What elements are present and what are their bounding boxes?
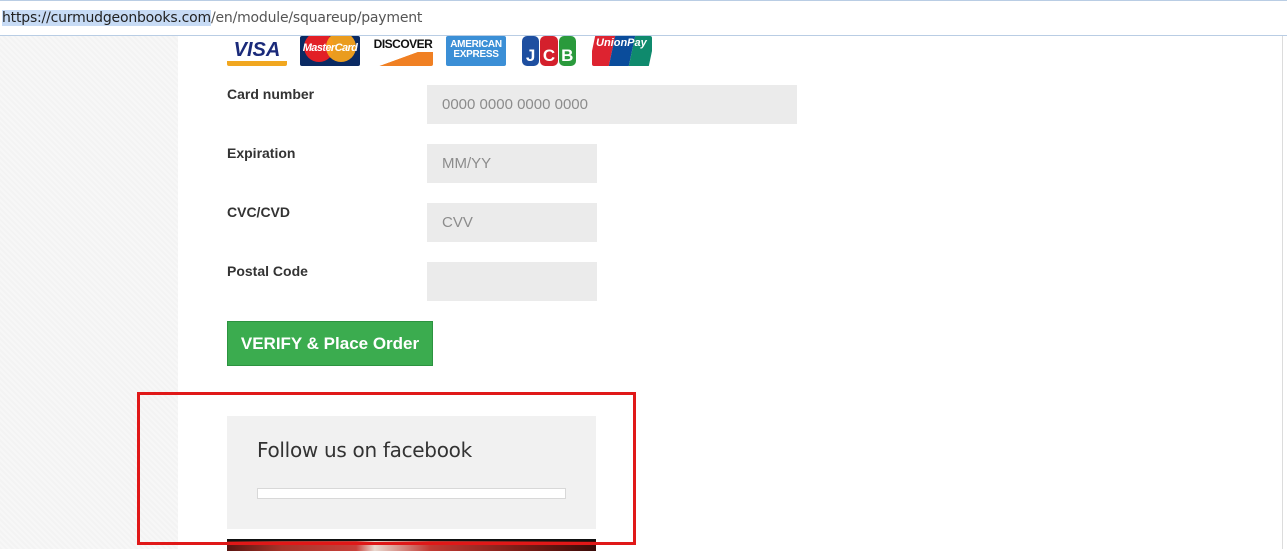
url-text[interactable]: https://curmudgeonbooks.com/en/module/sq… [2, 10, 422, 26]
verify-place-order-button[interactable]: VERIFY & Place Order [227, 321, 433, 366]
jcb-letter-b: B [558, 36, 576, 66]
cvc-input[interactable] [427, 203, 597, 242]
jcb-letter-j: J [522, 36, 540, 66]
american-express-logo: AMERICAN EXPRESS [446, 36, 506, 66]
unionpay-logo-text: UnionPay [596, 37, 647, 49]
content-divider [1282, 36, 1283, 549]
accepted-cards: VISA MasterCard DISCOVER AMERICAN EXPRESS… [227, 36, 652, 66]
visa-logo: VISA [227, 36, 287, 66]
mastercard-logo-text: MasterCard [302, 42, 358, 54]
discover-logo: DISCOVER [373, 36, 433, 66]
expiration-input[interactable] [427, 144, 597, 183]
url-path: /en/module/squareup/payment [210, 10, 423, 26]
visa-logo-text: VISA [233, 39, 281, 61]
card-number-input[interactable] [427, 85, 797, 124]
postal-code-label: Postal Code [227, 263, 308, 279]
unionpay-logo: UnionPay [592, 36, 652, 66]
postal-code-input[interactable] [427, 262, 597, 301]
amex-logo-text-2: EXPRESS [453, 49, 499, 60]
url-domain: https://curmudgeonbooks.com [2, 10, 211, 26]
jcb-letter-c: C [540, 36, 558, 66]
cvc-label: CVC/CVD [227, 204, 291, 220]
card-number-label: Card number [227, 86, 315, 102]
address-bar[interactable]: https://curmudgeonbooks.com/en/module/sq… [0, 0, 1287, 36]
jcb-logo: JCB [519, 36, 579, 66]
highlight-annotation-box [137, 392, 636, 545]
expiration-label: Expiration [227, 145, 296, 161]
discover-logo-text: DISCOVER [373, 37, 433, 51]
mastercard-logo: MasterCard [300, 36, 360, 66]
